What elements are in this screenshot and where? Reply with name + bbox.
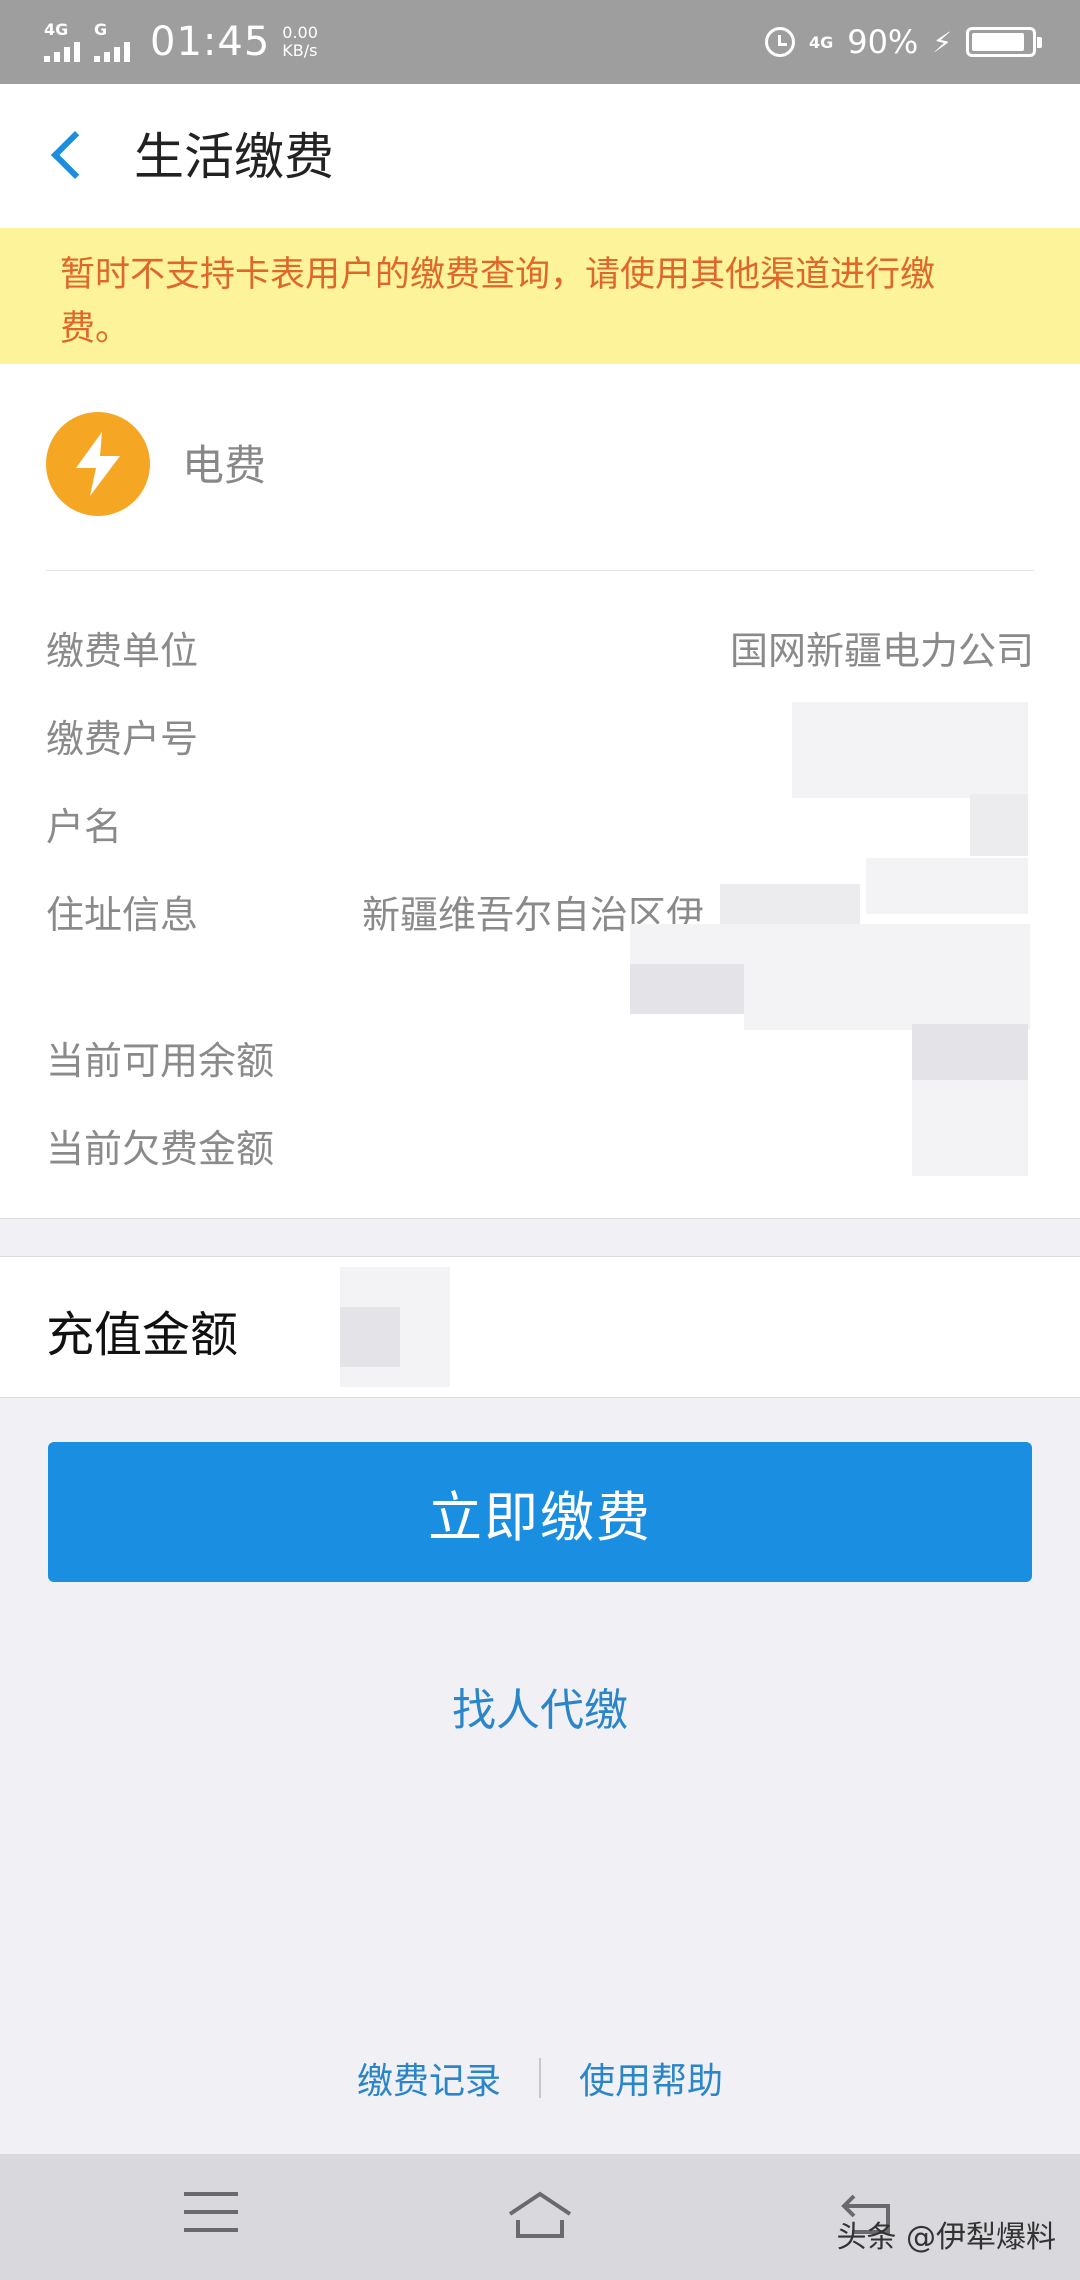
battery-percent: 90% xyxy=(847,23,919,61)
page-title: 生活缴费 xyxy=(134,128,334,186)
available-balance-label: 当前可用余额 xyxy=(46,1039,275,1083)
redaction-mosaic xyxy=(340,1307,400,1367)
arrears-label: 当前欠费金额 xyxy=(46,1127,275,1171)
network-status: 4G xyxy=(808,32,834,52)
divider xyxy=(46,570,1034,571)
network-type-label: G xyxy=(94,20,108,39)
status-bar: 4G G 01:45 0.00 KB/s 4G 90% ⚡ xyxy=(0,0,1080,84)
pay-now-button[interactable]: 立即缴费 xyxy=(48,1442,1032,1582)
back-icon[interactable] xyxy=(44,120,104,192)
battery-icon xyxy=(966,27,1042,57)
network-speed: 0.00 KB/s xyxy=(282,24,318,60)
recharge-amount-label: 充值金额 xyxy=(46,1307,239,1363)
lightning-bolt-icon xyxy=(46,412,150,516)
bill-info-card: 电费 缴费单位 国网新疆电力公司 缴费户号 户名 住址信息 新疆维吾尔自治区伊 … xyxy=(0,364,1080,1219)
charging-icon: ⚡ xyxy=(932,25,952,59)
payment-records-link[interactable]: 缴费记录 xyxy=(357,2052,501,2104)
watermark: 头条 @伊犁爆料 xyxy=(836,2220,1056,2255)
account-number-label: 缴费户号 xyxy=(46,717,199,761)
app-header: 生活缴费 xyxy=(0,84,1080,229)
proxy-payment-link[interactable]: 找人代缴 xyxy=(0,1674,1080,1738)
address-label: 住址信息 xyxy=(46,893,199,937)
payee-value: 国网新疆电力公司 xyxy=(729,629,1034,673)
notice-banner: 暂时不支持卡表用户的缴费查询，请使用其他渠道进行缴费。 xyxy=(0,228,1080,364)
footer-links: 缴费记录 使用帮助 xyxy=(0,2052,1080,2104)
help-link[interactable]: 使用帮助 xyxy=(579,2052,723,2104)
status-right: 4G 90% ⚡ xyxy=(764,18,1042,66)
speed-unit: KB/s xyxy=(282,41,318,60)
divider xyxy=(539,2058,541,2098)
home-icon[interactable] xyxy=(504,2190,576,2242)
signal-bars-icon xyxy=(44,40,80,62)
menu-icon[interactable] xyxy=(184,2192,238,2236)
bill-type-name: 电费 xyxy=(182,441,267,490)
network-type-label: 4G xyxy=(44,20,69,39)
speed-value: 0.00 xyxy=(282,23,318,42)
account-name-label: 户名 xyxy=(46,805,123,849)
clock: 01:45 xyxy=(150,19,271,65)
payee-label: 缴费单位 xyxy=(46,629,199,673)
signal-bars-icon xyxy=(94,40,130,62)
status-left: 4G G 01:45 0.00 KB/s xyxy=(44,18,318,66)
signal-1: 4G xyxy=(44,22,80,62)
recharge-amount-row: 充值金额 xyxy=(0,1256,1080,1398)
alarm-icon xyxy=(764,27,795,57)
signal-2: G xyxy=(94,22,130,62)
